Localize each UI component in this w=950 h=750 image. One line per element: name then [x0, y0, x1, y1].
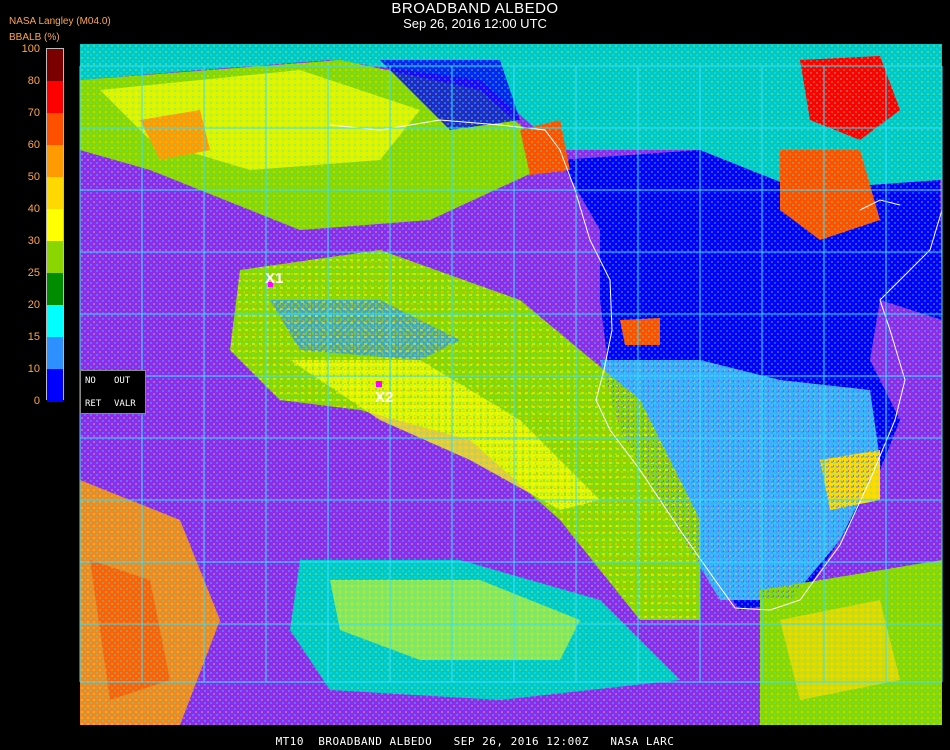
mode-panel: NO OUT RET VALR [80, 370, 146, 414]
legend-tick-label: 100 [22, 43, 40, 55]
legend-swatch [47, 305, 63, 338]
legend-swatch [47, 81, 63, 114]
no-option[interactable]: NO [85, 376, 96, 386]
legend-swatch [47, 49, 63, 82]
page-datetime: Sep 26, 2016 12:00 UTC [403, 16, 547, 31]
marker-x2-dot [376, 381, 382, 387]
legend-tick-label: 40 [28, 203, 40, 215]
legend-swatch [47, 337, 63, 370]
legend-swatch [47, 369, 63, 402]
legend-tick-label: 70 [28, 107, 40, 119]
legend-tick-label: 10 [28, 363, 40, 375]
color-legend-bar [46, 48, 64, 402]
legend-tick-labels: 100807060504030252015100 [22, 43, 40, 407]
legend-swatch [47, 241, 63, 274]
legend-tick-label: 30 [28, 235, 40, 247]
marker-x2-label: X2 [375, 389, 393, 406]
map-image [80, 44, 942, 725]
valr-option[interactable]: VALR [114, 399, 136, 409]
legend-tick-label: 50 [28, 171, 40, 183]
footer-caption: MT10 BROADBAND ALBEDO SEP 26, 2016 12:00… [275, 735, 675, 748]
marker-x1-label: X1 [265, 270, 283, 287]
legend-swatch [47, 209, 63, 242]
legend-swatch [47, 113, 63, 146]
legend-tick-label: 25 [28, 267, 40, 279]
out-option[interactable]: OUT [114, 376, 130, 386]
ret-option[interactable]: RET [85, 399, 101, 409]
legend-swatch [47, 273, 63, 306]
page-title: BROADBAND ALBEDO [391, 0, 559, 17]
legend-swatch [47, 177, 63, 210]
legend-tick-label: 80 [28, 75, 40, 87]
legend-tick-label: 15 [28, 331, 40, 343]
legend-tick-label: 0 [34, 395, 40, 407]
marker-x1[interactable]: X1 [265, 270, 283, 287]
legend-tick-label: 20 [28, 299, 40, 311]
legend-tick-label: 60 [28, 139, 40, 151]
legend-swatch [47, 145, 63, 178]
